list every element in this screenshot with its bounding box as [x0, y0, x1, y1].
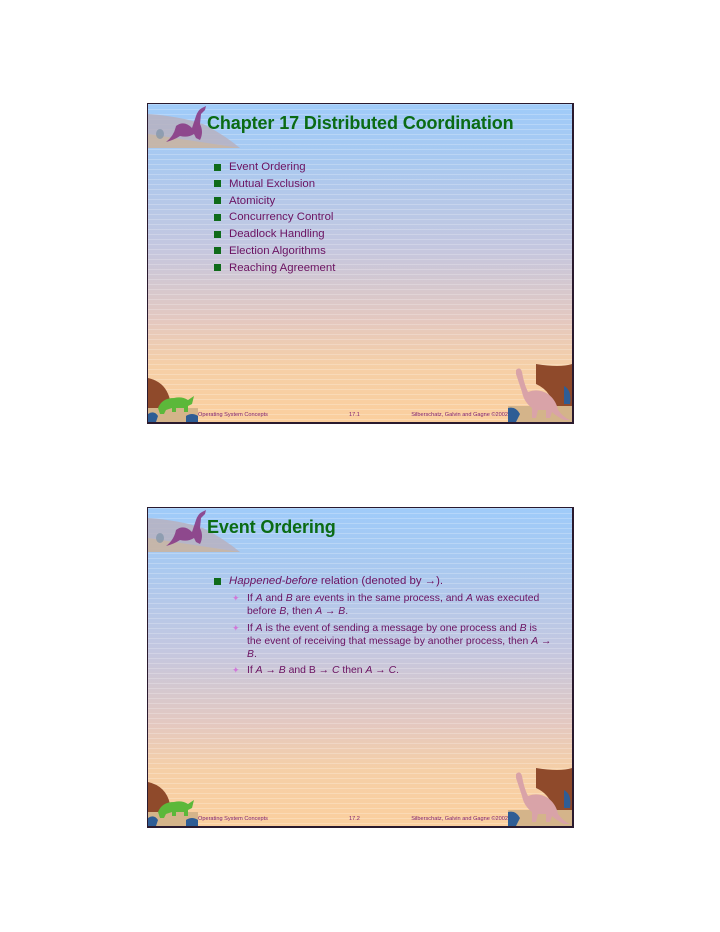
italic-variable: B — [279, 606, 287, 617]
main-bullet-text: relation (denoted by →). — [317, 575, 444, 587]
square-bullet-icon — [214, 578, 221, 585]
italic-variable: B — [285, 593, 293, 604]
list-item: Event Ordering — [214, 159, 335, 176]
italic-variable: C — [331, 665, 340, 676]
footer-copyright: Silberschatz, Galvin and Gagne ©2002 — [411, 816, 508, 822]
sub-bullet-item: ✦ If A and B are events in the same proce… — [232, 593, 540, 617]
italic-variable: A — [365, 665, 373, 676]
sub-bullet-item: ✦ If A → B and B → C then A → C. — [232, 665, 399, 676]
italic-variable: A — [315, 606, 323, 617]
bullet-text: Event Ordering — [229, 161, 306, 173]
bullet-text: Mutual Exclusion — [229, 177, 316, 190]
italic-variable: B — [278, 665, 286, 676]
square-bullet-icon — [214, 247, 221, 255]
diamond-bullet-icon: ✦ — [232, 593, 240, 603]
footer-page-number: 17.1 — [349, 412, 360, 418]
bullet-text: Atomicity — [229, 194, 276, 207]
list-item: Reaching Agreement — [214, 260, 335, 277]
footer-page-number: 17.2 — [349, 816, 360, 822]
italic-variable: A — [255, 593, 263, 604]
bullet-text: Deadlock Handling — [229, 228, 325, 241]
slide-content: Happened-before relation (denoted by →).… — [214, 574, 554, 681]
bullet-text: Concurrency Control — [229, 211, 334, 224]
bullet-text: Reaching Agreement — [229, 261, 336, 274]
list-item: Election Algorithms — [214, 243, 335, 260]
italic-variable: A — [531, 635, 539, 647]
footer-book-title: Operating System Concepts — [198, 816, 268, 822]
italic-variable: B — [519, 622, 527, 634]
footer-book-title: Operating System Concepts — [198, 412, 268, 418]
diamond-bullet-icon: ✦ — [232, 665, 240, 675]
italic-variable: A — [255, 622, 263, 634]
square-bullet-icon — [214, 197, 221, 205]
diamond-bullet-icon: ✦ — [232, 622, 240, 633]
footer-copyright: Silberschatz, Galvin and Gagne ©2002 — [411, 412, 508, 418]
list-item: Mutual Exclusion — [214, 176, 335, 193]
italic-variable: A — [465, 593, 473, 604]
slide-title: Chapter 17 Distributed Coordination — [207, 113, 514, 133]
term-happened-before: Happened-before — [229, 575, 318, 587]
list-item: Concurrency Control — [214, 209, 335, 226]
brontosaurus-icon — [508, 364, 572, 422]
slide-2: Event Ordering Happened-before relation … — [147, 507, 574, 828]
square-bullet-icon — [214, 264, 221, 272]
square-bullet-icon — [214, 180, 221, 188]
sub-bullet-list: ✦ If A and B are events in the same proce… — [214, 592, 554, 677]
square-bullet-icon — [214, 213, 221, 221]
main-bullet: Happened-before relation (denoted by →). — [214, 574, 554, 589]
brontosaurus-icon — [508, 768, 572, 826]
triceratops-icon — [148, 782, 198, 826]
italic-variable: B — [338, 606, 346, 617]
italic-variable: C — [388, 665, 397, 676]
italic-variable: B — [247, 648, 254, 660]
slide-title: Event Ordering — [207, 517, 336, 537]
square-bullet-icon — [214, 230, 221, 238]
bullet-text: Election Algorithms — [229, 244, 326, 257]
list-item: Deadlock Handling — [214, 226, 335, 243]
list-item: Atomicity — [214, 193, 335, 210]
slide-1: Chapter 17 Distributed Coordination Even… — [147, 103, 574, 424]
square-bullet-icon — [214, 163, 221, 171]
triceratops-icon — [148, 378, 198, 422]
bullet-list: Event Ordering Mutual Exclusion Atomicit… — [214, 159, 335, 277]
sub-bullet-item: ✦ If A is the event of sending a message … — [232, 622, 552, 660]
italic-variable: A — [255, 665, 263, 676]
